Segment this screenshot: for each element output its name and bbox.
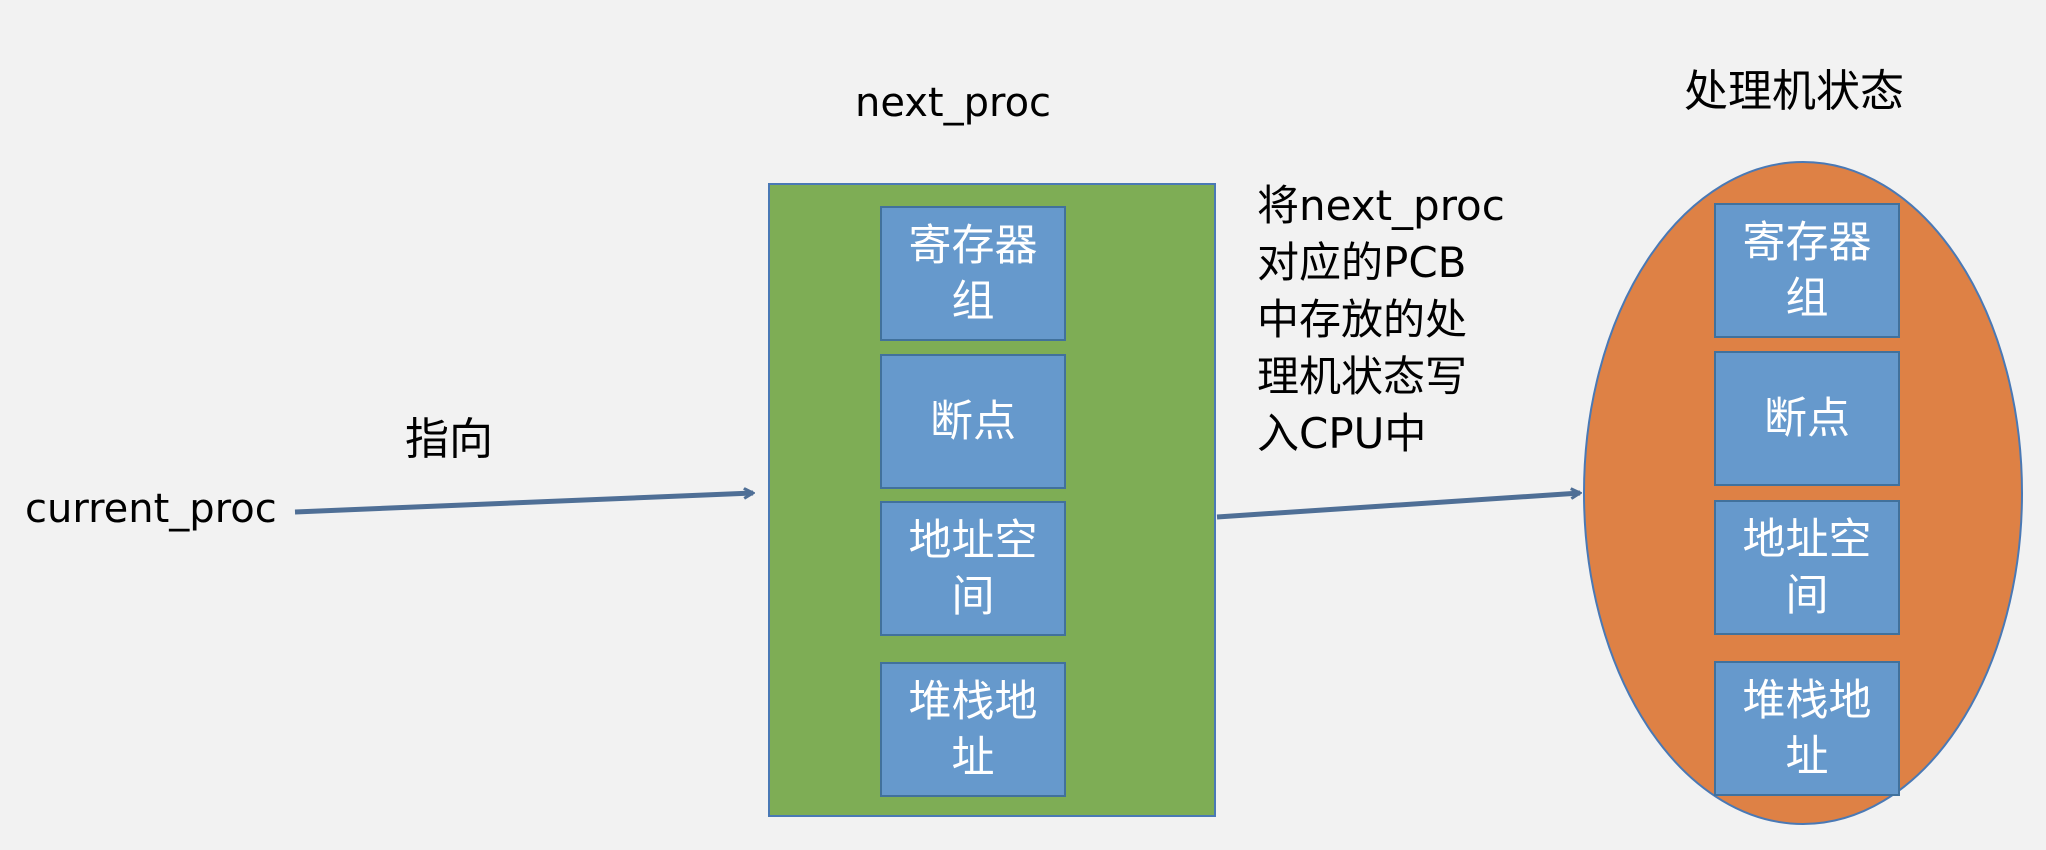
next-proc-title: next_proc [855,80,1052,126]
cpu-field-breakpoint: 断点 [1714,351,1900,486]
description-line: 对应的PCB [1257,238,1467,287]
description-line: 理机状态写 [1257,352,1468,401]
pcb-field-label: 寄存器组 [908,220,1038,327]
cpu-field-label: 寄存器组 [1742,217,1872,324]
write-to-cpu-arrow [1216,493,1580,520]
current-proc-label: current_proc [25,486,277,532]
processor-state-title: 处理机状态 [1684,66,1904,117]
pcb-field-label: 断点 [930,396,1016,447]
pcb-field-breakpoint: 断点 [880,354,1066,489]
cpu-field-stack-address: 堆栈地址 [1714,661,1900,796]
points-to-arrow [294,493,753,515]
cpu-field-label: 地址空间 [1742,514,1872,621]
description-line: 入CPU中 [1257,409,1427,458]
points-to-label: 指向 [405,414,493,465]
description-line: 中存放的处 [1257,295,1468,344]
pcb-field-registers: 寄存器组 [880,206,1066,341]
pcb-field-stack-address: 堆栈地址 [880,662,1066,797]
cpu-field-label: 断点 [1764,393,1850,444]
cpu-field-address-space: 地址空间 [1714,500,1900,635]
description-line: 将next_proc [1257,181,1505,230]
description-text: 将next_proc 对应的PCB 中存放的处 理机状态写 入CPU中 [1257,177,1505,462]
cpu-field-label: 堆栈地址 [1742,675,1872,782]
diagram-canvas: next_proc 处理机状态 指向 current_proc 将next_pr… [0,0,2046,850]
pcb-field-address-space: 地址空间 [880,501,1066,636]
pcb-field-label: 地址空间 [908,515,1038,622]
pcb-field-label: 堆栈地址 [908,676,1038,783]
cpu-field-registers: 寄存器组 [1714,203,1900,338]
